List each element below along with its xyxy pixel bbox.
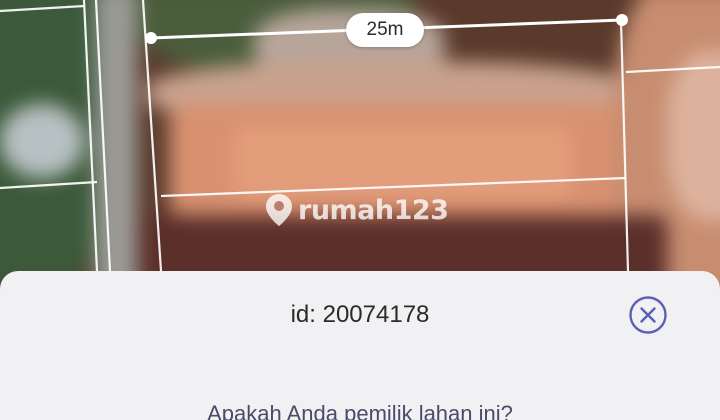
owner-question: Apakah Anda pemilik lahan ini?: [207, 401, 513, 420]
measurement-handle-left: [145, 32, 157, 44]
parcel-line: [94, 0, 112, 272]
watermark: rumah123: [264, 190, 449, 230]
close-button[interactable]: [628, 295, 668, 335]
close-circle-icon: [629, 296, 667, 334]
measurement-label: 25m: [346, 13, 424, 47]
bottom-sheet: id: 20074178 Apakah Anda pemilik lahan i…: [0, 271, 720, 420]
parcel-line: [0, 180, 98, 190]
listing-id: id: 20074178: [290, 301, 430, 328]
parcel-line: [625, 65, 720, 74]
watermark-text: rumah123: [298, 194, 449, 226]
measurement-handle-right: [616, 14, 628, 26]
location-pin-icon: [266, 194, 292, 226]
map-viewer[interactable]: 25m rumah123 id: 20074178 Apakah Anda pe…: [0, 0, 720, 420]
parcel-line: [619, 19, 630, 272]
parcel-line: [82, 0, 99, 272]
parcel-line: [0, 4, 85, 13]
